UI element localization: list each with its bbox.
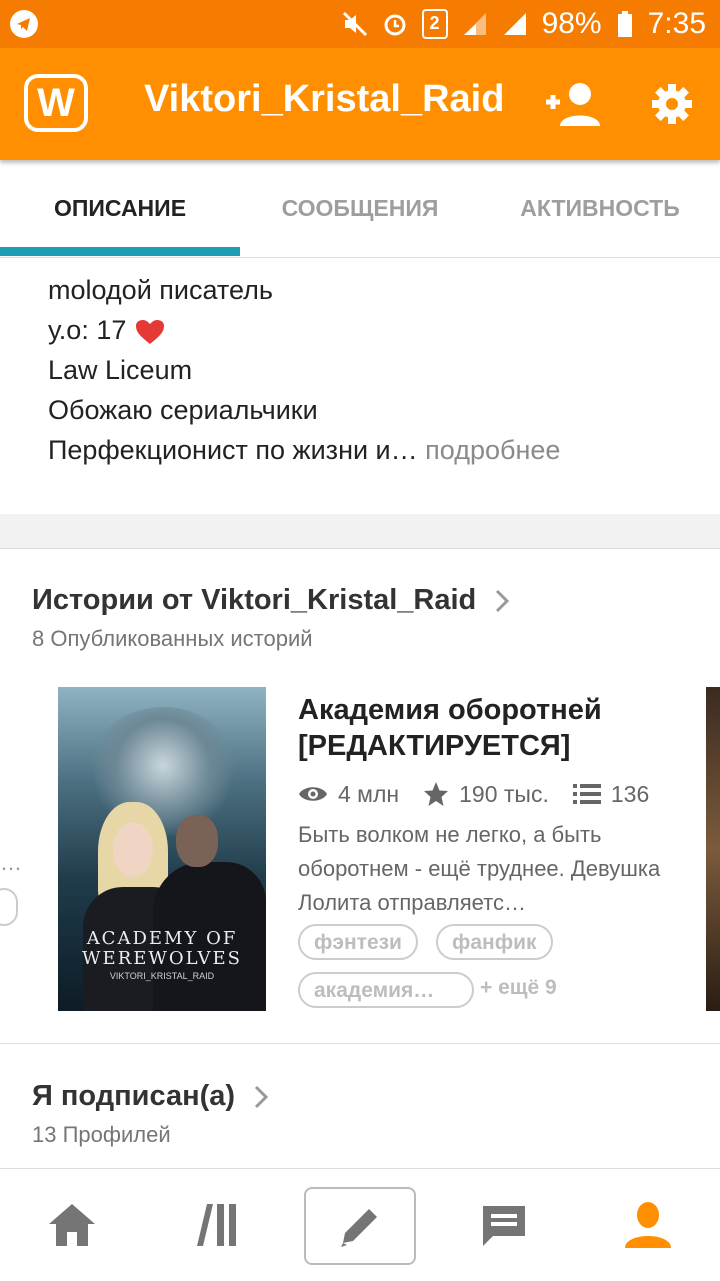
sim-badge: 2	[421, 9, 448, 39]
gear-icon[interactable]	[650, 82, 694, 126]
profile-icon	[625, 1202, 671, 1248]
reads-count: 4 млн	[338, 780, 400, 807]
heart-icon	[135, 319, 164, 344]
tab-activity[interactable]: АКТИВНОСТЬ	[480, 160, 720, 257]
telegram-icon	[10, 10, 38, 38]
more-tags-link[interactable]: + ещё 9	[480, 976, 557, 1000]
library-icon	[197, 1204, 236, 1246]
section-divider	[0, 514, 720, 549]
tab-description[interactable]: ОПИСАНИЕ	[0, 160, 240, 257]
eye-icon	[299, 787, 327, 801]
cover-author: VIKTORI_KRISTAL_RAID	[109, 971, 215, 981]
following-count: 13 Профилей	[32, 1122, 171, 1147]
clock: 7:35	[647, 7, 706, 40]
battery-icon	[617, 11, 632, 37]
story-cover[interactable]: ACADEMY OF WEREWOLVES VIKTORI_KRISTAL_RA…	[58, 687, 266, 1011]
tag-fanfic[interactable]: фанфик	[436, 924, 553, 960]
mute-icon	[342, 11, 367, 37]
chevron-right-icon	[496, 590, 510, 613]
story-description: Быть волком не легко, а быть оборотнем -…	[298, 822, 661, 915]
stories-section-header[interactable]: Истории от Viktori_Kristal_Raid	[32, 584, 510, 617]
parts-count: 136	[610, 780, 650, 807]
nav-library[interactable]	[166, 1169, 266, 1281]
story-title[interactable]: Академия оборотней [РЕДАКТИРУЕТСЯ]	[298, 692, 698, 764]
battery-percent: 98%	[541, 7, 602, 40]
messages-icon	[483, 1206, 525, 1246]
nav-home[interactable]	[22, 1169, 122, 1281]
tab-indicator	[0, 247, 240, 256]
read-more-link[interactable]: подробнее	[418, 435, 560, 465]
about-line: Обожаю сериальчики	[48, 395, 318, 425]
previous-card-button[interactable]	[0, 888, 18, 926]
next-card-peek[interactable]	[706, 687, 720, 1011]
app-bar: W Viktori_Kristal_Raid	[0, 48, 720, 160]
section-divider	[0, 1043, 720, 1044]
previous-card-peek: …	[0, 850, 22, 875]
alarm-icon	[384, 14, 406, 36]
status-bar: 2 98% 7:35	[0, 0, 720, 48]
profile-description: molодой писатель у.о: 17 Law Liceum Обож…	[48, 270, 560, 470]
following-section-header[interactable]: Я подписан(а)	[32, 1080, 269, 1113]
wattpad-logo[interactable]: W	[24, 74, 88, 132]
bottom-navigation	[0, 1168, 720, 1281]
chevron-right-icon	[255, 1086, 269, 1109]
about-line: Перфекционист по жизни и… подробнее	[48, 435, 561, 465]
star-icon	[424, 782, 449, 806]
about-line: Law Liceum	[48, 355, 193, 385]
tag-fantasy[interactable]: фэнтези	[298, 924, 418, 960]
pencil-icon	[341, 1209, 377, 1247]
about-line: у.о: 17	[48, 310, 560, 350]
nav-messages[interactable]	[454, 1169, 554, 1281]
nav-profile[interactable]	[598, 1169, 698, 1281]
signal-h-icon	[503, 13, 526, 35]
votes-count: 190 тыс.	[459, 780, 549, 807]
story-stats: 4 млн 190 тыс. 136	[298, 776, 673, 812]
nav-write[interactable]	[304, 1187, 416, 1265]
stories-count: 8 Опубликованных историй	[32, 626, 313, 651]
tag-academy[interactable]: академия…	[298, 972, 474, 1008]
page-title: Viktori_Kristal_Raid	[144, 78, 505, 120]
about-line: molодой писатель	[48, 275, 273, 305]
list-icon	[572, 784, 601, 804]
signal-icon	[463, 13, 486, 35]
add-user-icon[interactable]	[544, 80, 602, 128]
home-icon	[49, 1204, 95, 1246]
tab-bar: ОПИСАНИЕ СООБЩЕНИЯ АКТИВНОСТЬ	[0, 160, 720, 258]
cover-title: ACADEMY OF WEREWOLVES	[82, 928, 242, 969]
tab-messages[interactable]: СООБЩЕНИЯ	[240, 160, 480, 257]
